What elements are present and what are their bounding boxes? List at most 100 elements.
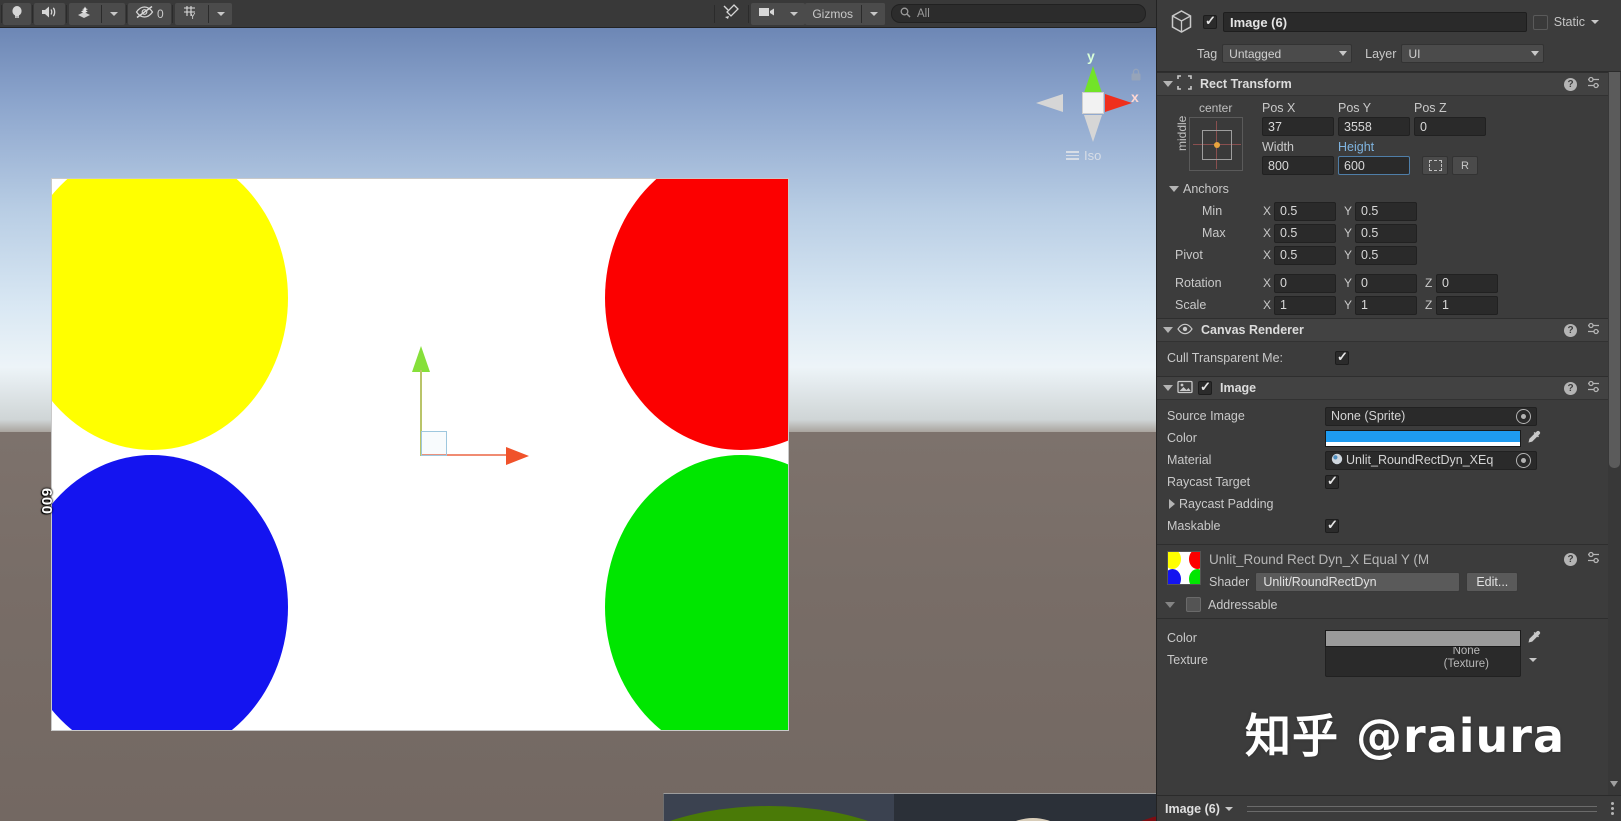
anchor-preset-widget[interactable] bbox=[1189, 117, 1243, 171]
lock-icon[interactable] bbox=[1130, 68, 1142, 81]
maskable-checkbox[interactable] bbox=[1325, 517, 1339, 533]
material-field[interactable]: Unlit_RoundRectDyn_XEq bbox=[1325, 450, 1537, 470]
preset-icon[interactable] bbox=[1587, 322, 1600, 338]
foldout-toggle-icon[interactable] bbox=[1163, 385, 1173, 391]
scale-x-field[interactable]: 1 bbox=[1274, 295, 1336, 315]
pos-x-field[interactable]: 37 bbox=[1262, 117, 1334, 136]
projection-mode-toggle[interactable]: Iso bbox=[1066, 148, 1101, 163]
foldout-toggle-icon[interactable] bbox=[1163, 81, 1173, 87]
grid-button[interactable]: Y bbox=[175, 3, 207, 25]
scene-tools-button[interactable] bbox=[716, 3, 747, 25]
pivot-y-field[interactable]: 0.5 bbox=[1355, 245, 1417, 265]
pos-z-field[interactable]: 0 bbox=[1414, 117, 1486, 136]
material-color-swatch[interactable] bbox=[1325, 629, 1521, 647]
effects-dropdown-button[interactable] bbox=[103, 3, 125, 25]
grid-dropdown-button[interactable] bbox=[210, 3, 232, 25]
scene-camera-group[interactable] bbox=[751, 2, 806, 25]
gameobject-name-field[interactable]: Image (6) bbox=[1223, 12, 1527, 32]
scene-viewport[interactable]: 600 y x Iso bbox=[0, 28, 1156, 821]
scene-orientation-gizmo[interactable]: y x Iso bbox=[1036, 40, 1144, 172]
scale-y-field[interactable]: 1 bbox=[1355, 295, 1417, 315]
image-component-header[interactable]: Image ? bbox=[1157, 376, 1621, 400]
texture-settings-chevron-down-icon[interactable] bbox=[1529, 658, 1537, 662]
gizmo-y-arrow[interactable] bbox=[412, 346, 430, 372]
gizmo-axis-label-x[interactable]: x bbox=[1131, 89, 1139, 105]
blueprint-mode-button[interactable] bbox=[1422, 156, 1448, 175]
gizmo-cone-x-positive[interactable] bbox=[1105, 94, 1132, 112]
shader-edit-button[interactable]: Edit... bbox=[1466, 572, 1519, 592]
gizmo-xy-plane-handle[interactable] bbox=[421, 431, 447, 456]
gizmos-toggle-group[interactable]: Gizmos bbox=[805, 2, 885, 25]
cull-transparent-mesh-checkbox[interactable] bbox=[1335, 349, 1349, 365]
raw-edit-mode-button[interactable]: R bbox=[1452, 156, 1478, 175]
material-foldout-icon[interactable] bbox=[1165, 601, 1175, 608]
effects-toggle-group[interactable] bbox=[69, 2, 125, 25]
gizmo-cone-x-negative[interactable] bbox=[1036, 94, 1063, 112]
preset-icon[interactable] bbox=[1587, 551, 1600, 567]
eyedropper-icon[interactable] bbox=[1527, 630, 1541, 647]
static-dropdown-chevron-down-icon[interactable] bbox=[1591, 20, 1599, 24]
anchor-max-y-field[interactable]: 0.5 bbox=[1355, 223, 1417, 243]
anchor-max-x-field[interactable]: 0.5 bbox=[1274, 223, 1336, 243]
help-icon[interactable]: ? bbox=[1564, 323, 1577, 337]
gameobject-enabled-checkbox[interactable] bbox=[1203, 13, 1217, 29]
scene-search-field[interactable]: All bbox=[891, 4, 1146, 23]
rect-transform-header[interactable]: Rect Transform ? bbox=[1157, 72, 1621, 96]
gizmos-dropdown-button[interactable] bbox=[863, 2, 885, 25]
image-enabled-checkbox[interactable] bbox=[1198, 379, 1212, 395]
color-swatch-field[interactable] bbox=[1325, 429, 1521, 447]
anchor-min-x-field[interactable]: 0.5 bbox=[1274, 201, 1336, 221]
static-checkbox[interactable] bbox=[1532, 14, 1548, 30]
audio-toggle-button[interactable] bbox=[34, 2, 65, 25]
effects-button[interactable] bbox=[69, 3, 100, 25]
gizmo-cone-y-negative[interactable] bbox=[1084, 115, 1102, 142]
gizmo-x-arrow[interactable] bbox=[506, 447, 529, 465]
pivot-x-field[interactable]: 0.5 bbox=[1274, 245, 1336, 265]
gizmo-axis-label-y[interactable]: y bbox=[1087, 48, 1095, 64]
scene-camera-button[interactable] bbox=[751, 3, 783, 25]
canvas-renderer-header[interactable]: Canvas Renderer ? bbox=[1157, 318, 1621, 342]
width-field[interactable]: 800 bbox=[1262, 156, 1334, 175]
object-picker-icon[interactable] bbox=[1516, 452, 1531, 468]
preset-icon[interactable] bbox=[1587, 76, 1600, 92]
scale-z-field[interactable]: 1 bbox=[1436, 295, 1498, 315]
tag-dropdown[interactable]: Untagged bbox=[1222, 44, 1353, 63]
lighting-toggle-button[interactable] bbox=[3, 2, 31, 25]
shader-dropdown[interactable]: Unlit/RoundRectDyn bbox=[1255, 572, 1461, 592]
material-texture-field[interactable]: None (Texture) bbox=[1325, 643, 1521, 677]
rotation-y-field[interactable]: 0 bbox=[1355, 273, 1417, 293]
layer-dropdown[interactable]: UI bbox=[1401, 44, 1545, 63]
pos-y-field[interactable]: 3558 bbox=[1338, 117, 1410, 136]
help-icon[interactable]: ? bbox=[1564, 552, 1577, 566]
anchor-min-y-field[interactable]: 0.5 bbox=[1355, 201, 1417, 221]
rotation-x-field[interactable]: 0 bbox=[1274, 273, 1336, 293]
translate-gizmo[interactable] bbox=[410, 346, 540, 466]
grid-toggle-group[interactable]: Y bbox=[174, 2, 232, 25]
kebab-menu-icon[interactable] bbox=[1611, 802, 1614, 815]
gizmos-label[interactable]: Gizmos bbox=[805, 7, 860, 21]
anchors-foldout-icon[interactable] bbox=[1169, 186, 1179, 192]
gizmo-center-cube[interactable] bbox=[1082, 92, 1104, 114]
help-icon[interactable]: ? bbox=[1564, 77, 1577, 91]
hidden-objects-button[interactable]: 0 bbox=[128, 2, 171, 25]
scroll-down-arrow-icon[interactable] bbox=[1610, 781, 1618, 787]
raycast-padding-foldout-icon[interactable] bbox=[1169, 499, 1175, 509]
raycast-target-checkbox[interactable] bbox=[1325, 473, 1339, 489]
footer-object-selector[interactable]: Image (6) bbox=[1165, 802, 1233, 816]
scrollbar-thumb[interactable] bbox=[1609, 28, 1620, 468]
gizmo-cone-y-positive[interactable] bbox=[1084, 66, 1102, 93]
height-field[interactable]: 600 bbox=[1338, 156, 1410, 175]
scene-camera-dropdown[interactable] bbox=[783, 3, 805, 25]
game-view-sliver[interactable] bbox=[663, 793, 1156, 821]
eyedropper-icon[interactable] bbox=[1527, 430, 1541, 447]
preset-icon[interactable] bbox=[1587, 380, 1600, 396]
foldout-toggle-icon[interactable] bbox=[1163, 327, 1173, 333]
object-picker-icon[interactable] bbox=[1516, 408, 1531, 424]
effects-icon bbox=[76, 5, 93, 23]
rotation-z-field[interactable]: 0 bbox=[1436, 273, 1498, 293]
source-image-field[interactable]: None (Sprite) bbox=[1325, 406, 1537, 426]
toolbar-divider bbox=[207, 4, 209, 23]
inspector-scrollbar[interactable] bbox=[1608, 0, 1621, 795]
addressable-checkbox[interactable] bbox=[1186, 597, 1201, 612]
help-icon[interactable]: ? bbox=[1564, 381, 1577, 395]
